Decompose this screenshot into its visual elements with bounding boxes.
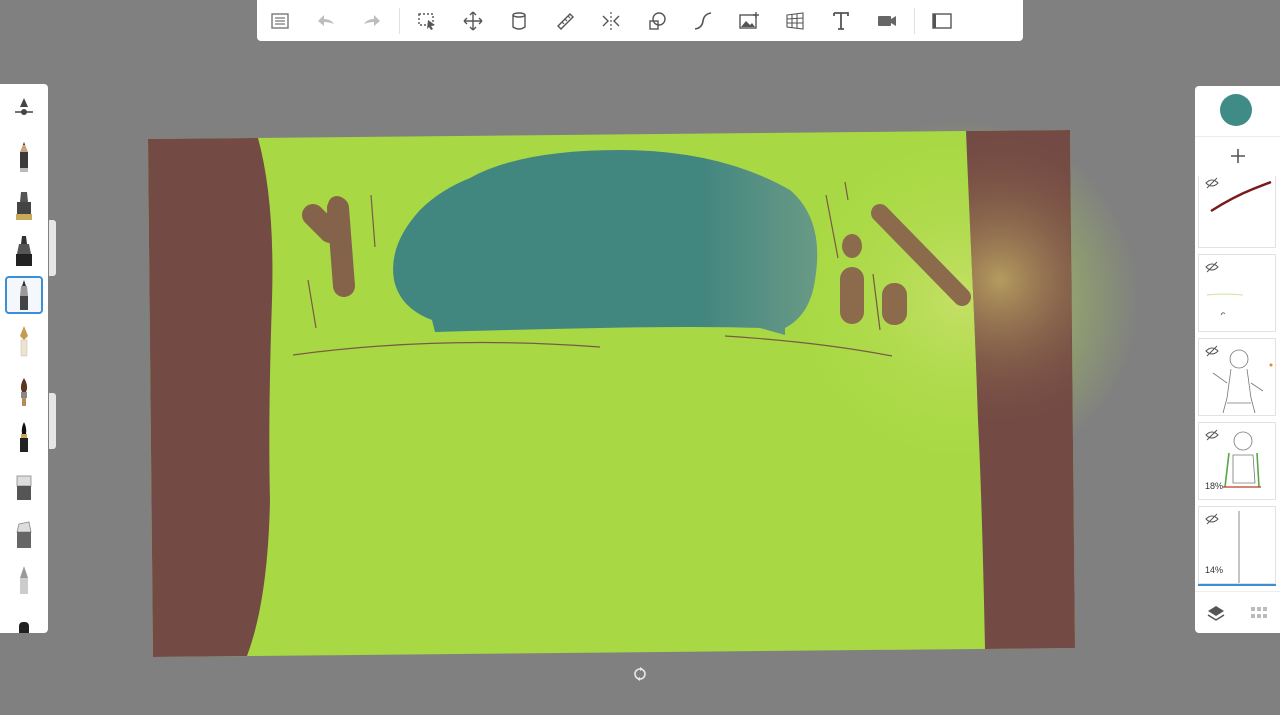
eye-hidden-icon[interactable]: [1205, 261, 1219, 273]
shapes-icon[interactable]: [634, 0, 680, 41]
marker-icon[interactable]: [5, 232, 43, 270]
list-icon[interactable]: [257, 0, 303, 41]
chisel-icon[interactable]: [5, 606, 43, 633]
image-icon[interactable]: [726, 0, 772, 41]
color-picker-swatch[interactable]: [1220, 94, 1252, 126]
left-tree-trunk: [148, 138, 273, 657]
layer-preview: [1212, 349, 1273, 414]
add-layer-button[interactable]: [1195, 136, 1280, 175]
pencil-icon[interactable]: [5, 138, 43, 176]
right-blob-1: [842, 234, 862, 258]
right-trunk-highlight: [966, 130, 1072, 420]
brush-panel-scroll-handle[interactable]: [49, 220, 56, 276]
layer-preview: [1206, 293, 1244, 316]
text-icon[interactable]: [818, 0, 864, 41]
paintbrush-icon[interactable]: [5, 372, 43, 410]
record-icon[interactable]: [864, 0, 910, 41]
drawing-canvas[interactable]: [0, 0, 1280, 710]
top-toolbar: [257, 0, 1023, 41]
layer-preview: [1238, 511, 1240, 583]
layer-thumbnail-active[interactable]: [1198, 584, 1276, 586]
brush-library: [0, 84, 48, 633]
layer-thumbnail[interactable]: [1198, 176, 1276, 248]
ink-brush-icon[interactable]: [5, 418, 43, 456]
layer-list: 18% 14%: [1195, 176, 1280, 586]
selection-icon[interactable]: [404, 0, 450, 41]
brush-panel-scroll-handle[interactable]: [49, 393, 56, 449]
layers-icon[interactable]: [1202, 599, 1230, 627]
layer-thumbnail[interactable]: [1198, 338, 1276, 416]
layer-opacity-label: 18%: [1205, 481, 1224, 491]
plus-icon: [1230, 149, 1245, 163]
layer-panel-footer: [1195, 591, 1280, 633]
smudge-icon[interactable]: [5, 560, 43, 598]
toolbar-divider: [914, 7, 915, 34]
toolbar-divider: [399, 7, 400, 34]
fill-icon[interactable]: [496, 0, 542, 41]
layer-opacity-label: 14%: [1205, 565, 1224, 575]
layer-thumbnail[interactable]: [1198, 254, 1276, 332]
grid-menu-icon[interactable]: [1245, 599, 1273, 627]
eye-hidden-icon[interactable]: [1205, 513, 1219, 525]
eraser-icon[interactable]: [5, 468, 43, 506]
symmetry-icon[interactable]: [588, 0, 634, 41]
drawing-canvas-area: [0, 0, 1280, 710]
right-blob-2: [840, 267, 864, 324]
hard-eraser-icon[interactable]: [5, 516, 43, 554]
left-branch-2: [325, 196, 346, 239]
perspective-icon[interactable]: [772, 0, 818, 41]
ruler-icon[interactable]: [542, 0, 588, 41]
airbrush-icon[interactable]: [5, 186, 43, 224]
ballpoint-icon[interactable]: [5, 276, 43, 314]
redo-icon[interactable]: [349, 0, 395, 41]
fullscreen-icon[interactable]: [919, 0, 965, 41]
layer-preview: [1210, 180, 1272, 213]
fountain-pen-icon[interactable]: [5, 322, 43, 360]
layer-panel: 18% 14%: [1195, 86, 1280, 633]
right-blob-3: [882, 283, 907, 325]
transform-icon[interactable]: [450, 0, 496, 41]
layer-thumbnail[interactable]: 14%: [1198, 506, 1276, 584]
undo-icon[interactable]: [303, 0, 349, 41]
canvas-rotate-icon[interactable]: [632, 666, 648, 682]
brush-size-icon[interactable]: [5, 88, 43, 126]
layer-thumbnail[interactable]: 18%: [1198, 422, 1276, 500]
curve-icon[interactable]: [680, 0, 726, 41]
